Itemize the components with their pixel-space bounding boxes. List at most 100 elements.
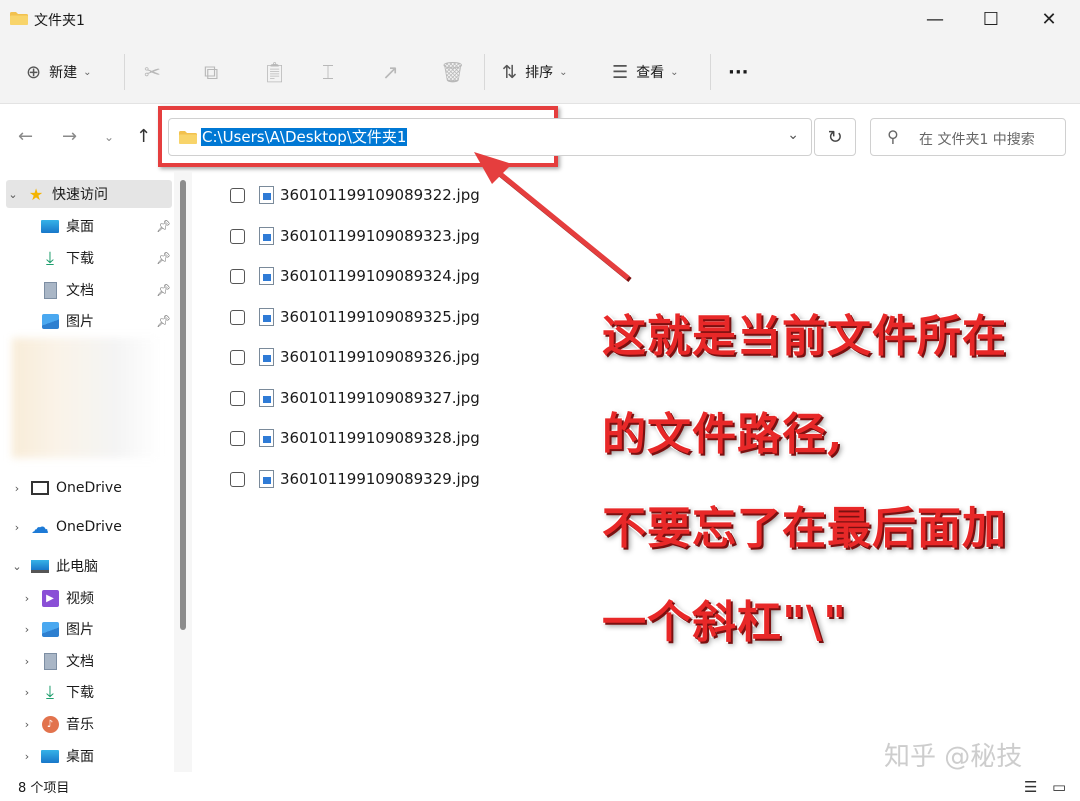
sidebar-item-label: 桌面 xyxy=(66,219,94,235)
annotation-line-1: 这就是当前文件所在 xyxy=(602,311,1007,362)
minimize-button[interactable]: — xyxy=(906,0,964,38)
sidebar-item-pictures-pc[interactable]: › 图片 xyxy=(20,615,94,643)
view-button[interactable]: ☰ 查看 ⌄ xyxy=(612,58,679,86)
maximize-icon: ☐ xyxy=(982,8,1000,30)
sidebar-item-label: 视频 xyxy=(66,591,94,607)
chevron-down-icon[interactable]: ⌄ xyxy=(787,127,799,143)
details-view-icon[interactable]: ☰ xyxy=(1024,778,1037,796)
back-arrow-icon[interactable]: ← xyxy=(18,126,33,147)
tiles-view-icon[interactable]: ▭ xyxy=(1052,778,1066,796)
search-box[interactable]: ⚲ 在 文件夹1 中搜索 xyxy=(870,118,1066,156)
close-button[interactable]: ✕ xyxy=(1020,0,1078,38)
sidebar-scrollbar[interactable] xyxy=(180,180,186,630)
list-view-icon: ☰ xyxy=(612,61,629,83)
address-path[interactable]: C:\Users\A\Desktop\文件夹1 xyxy=(201,128,408,146)
file-checkbox[interactable] xyxy=(230,228,245,244)
image-file-icon xyxy=(259,267,274,285)
file-checkbox[interactable] xyxy=(230,268,245,284)
refresh-icon: ↻ xyxy=(827,126,843,148)
copy-icon: ⧉ xyxy=(204,60,219,84)
sidebar-item-documents-pc[interactable]: › 文档 xyxy=(20,647,94,675)
file-checkbox[interactable] xyxy=(230,349,245,365)
video-icon: ▶ xyxy=(40,589,60,607)
file-checkbox[interactable] xyxy=(230,309,245,325)
sidebar-item-desktop-pc[interactable]: › 桌面 xyxy=(20,742,94,770)
file-row[interactable]: 360101199109089324.jpg xyxy=(210,257,530,295)
new-label: 新建 xyxy=(49,65,78,81)
computer-icon xyxy=(30,557,50,575)
sidebar-item-onedrive-personal[interactable]: › OneDrive xyxy=(10,474,122,502)
file-name: 360101199109089323.jpg xyxy=(280,227,480,245)
status-bar: 8 个项目 ☰ ▭ xyxy=(0,772,1080,801)
file-checkbox[interactable] xyxy=(230,430,245,446)
more-button[interactable]: ··· xyxy=(728,58,749,86)
sidebar-item-music[interactable]: › ♪ 音乐 xyxy=(20,710,94,738)
folder-icon xyxy=(10,12,28,25)
pin-icon[interactable]: 📌︎ xyxy=(156,219,171,233)
chevron-right-icon: › xyxy=(24,749,30,763)
sort-button[interactable]: ⇅ 排序 ⌄ xyxy=(502,58,567,86)
file-row[interactable]: 360101199109089323.jpg xyxy=(210,217,530,255)
rename-button[interactable]: ⌶ xyxy=(322,58,334,86)
sidebar-item-desktop[interactable]: 桌面 xyxy=(40,212,94,240)
file-row[interactable]: 360101199109089329.jpg xyxy=(210,460,530,498)
annotation-line-3: 不要忘了在最后面加 xyxy=(602,503,1007,554)
file-row[interactable]: 360101199109089326.jpg xyxy=(210,338,530,376)
pin-icon[interactable]: 📌︎ xyxy=(156,314,171,328)
refresh-button[interactable]: ↻ xyxy=(814,118,856,156)
pin-icon[interactable]: 📌︎ xyxy=(156,283,171,297)
new-button[interactable]: ⊕ 新建 ⌄ xyxy=(26,58,91,86)
maximize-button[interactable]: ☐ xyxy=(962,0,1020,38)
copy-button[interactable]: ⧉ xyxy=(204,58,218,86)
sidebar-item-this-pc[interactable]: ⌄ 此电脑 xyxy=(10,552,98,580)
file-row[interactable]: 360101199109089325.jpg xyxy=(210,298,530,336)
up-arrow-icon[interactable]: ↑ xyxy=(136,126,151,147)
sidebar-item-label: 下载 xyxy=(66,685,94,701)
search-icon: ⚲ xyxy=(887,127,899,146)
share-button[interactable]: ↗ xyxy=(382,58,399,86)
sidebar-item-downloads[interactable]: ⤓ 下载 xyxy=(40,244,94,272)
annotation-line-4: 一个斜杠"\" xyxy=(602,597,847,648)
sidebar-item-label: 图片 xyxy=(66,622,94,638)
recent-chevron-icon[interactable]: ⌄ xyxy=(104,130,114,144)
delete-button[interactable]: 🗑︎ xyxy=(440,58,465,86)
file-row[interactable]: 360101199109089322.jpg xyxy=(210,176,530,214)
file-name: 360101199109089325.jpg xyxy=(280,308,480,326)
quick-access-label: 快速访问 xyxy=(52,187,108,203)
more-icon: ··· xyxy=(728,61,749,83)
chevron-down-icon: ⌄ xyxy=(559,66,568,78)
image-file-icon xyxy=(259,429,274,447)
sidebar-quick-access[interactable]: ⌄ ★ 快速访问 xyxy=(6,180,172,208)
picture-icon xyxy=(40,620,60,638)
toolbar-divider xyxy=(710,54,711,90)
sidebar-item-label: 文档 xyxy=(66,283,94,299)
image-file-icon xyxy=(259,470,274,488)
image-file-icon xyxy=(259,389,274,407)
paste-button[interactable]: 📋︎ xyxy=(262,58,287,86)
sidebar-item-pictures[interactable]: 图片 xyxy=(40,307,94,335)
sidebar-item-onedrive[interactable]: › ☁ OneDrive xyxy=(10,513,122,541)
sidebar-item-videos[interactable]: › ▶ 视频 xyxy=(20,584,94,612)
sidebar-item-downloads-pc[interactable]: › ⤓ 下载 xyxy=(20,678,94,706)
chevron-down-icon: ⌄ xyxy=(8,187,18,201)
trash-icon: 🗑︎ xyxy=(440,60,466,84)
view-label: 查看 xyxy=(636,65,665,81)
sidebar-item-documents[interactable]: 文档 xyxy=(40,276,94,304)
image-file-icon xyxy=(259,227,274,245)
file-row[interactable]: 360101199109089328.jpg xyxy=(210,419,530,457)
pin-icon[interactable]: 📌︎ xyxy=(156,251,171,265)
share-icon: ↗ xyxy=(382,60,399,84)
forward-arrow-icon[interactable]: → xyxy=(62,126,77,147)
file-checkbox[interactable] xyxy=(230,390,245,406)
file-checkbox[interactable] xyxy=(230,187,245,203)
cut-button[interactable]: ✂ xyxy=(144,58,161,86)
chevron-right-icon: › xyxy=(14,481,20,495)
watermark: 知乎 @秘技 xyxy=(884,742,1023,772)
file-row[interactable]: 360101199109089327.jpg xyxy=(210,379,530,417)
blurred-region xyxy=(12,338,160,458)
chevron-right-icon: › xyxy=(24,685,30,699)
document-icon xyxy=(40,652,60,670)
sidebar-item-label: 桌面 xyxy=(66,749,94,765)
file-checkbox[interactable] xyxy=(230,471,245,487)
sidebar-item-label: OneDrive xyxy=(56,519,122,535)
